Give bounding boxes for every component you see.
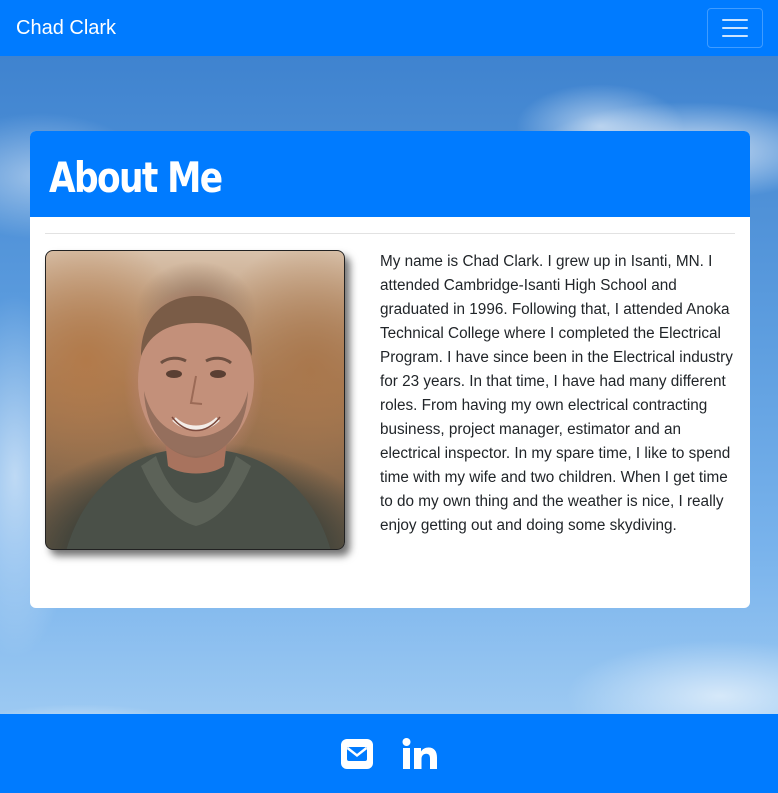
envelope-icon	[341, 738, 373, 769]
navbar: Chad Clark	[0, 0, 778, 56]
navbar-toggle-button[interactable]	[707, 8, 763, 48]
about-bio: My name is Chad Clark. I grew up in Isan…	[380, 253, 733, 534]
brand-link[interactable]: Chad Clark	[16, 18, 116, 38]
about-title: About Me	[49, 153, 223, 202]
linkedin-icon	[402, 737, 437, 769]
profile-photo-illustration	[66, 296, 331, 549]
hamburger-menu-icon	[722, 19, 748, 21]
linkedin-link[interactable]	[402, 737, 438, 771]
footer	[0, 714, 778, 793]
about-card: About Me My name is Chad Clark. I grew u…	[30, 131, 750, 608]
divider	[45, 233, 735, 234]
email-link[interactable]	[340, 737, 374, 771]
about-card-header: About Me	[30, 131, 750, 217]
profile-photo	[45, 250, 345, 550]
